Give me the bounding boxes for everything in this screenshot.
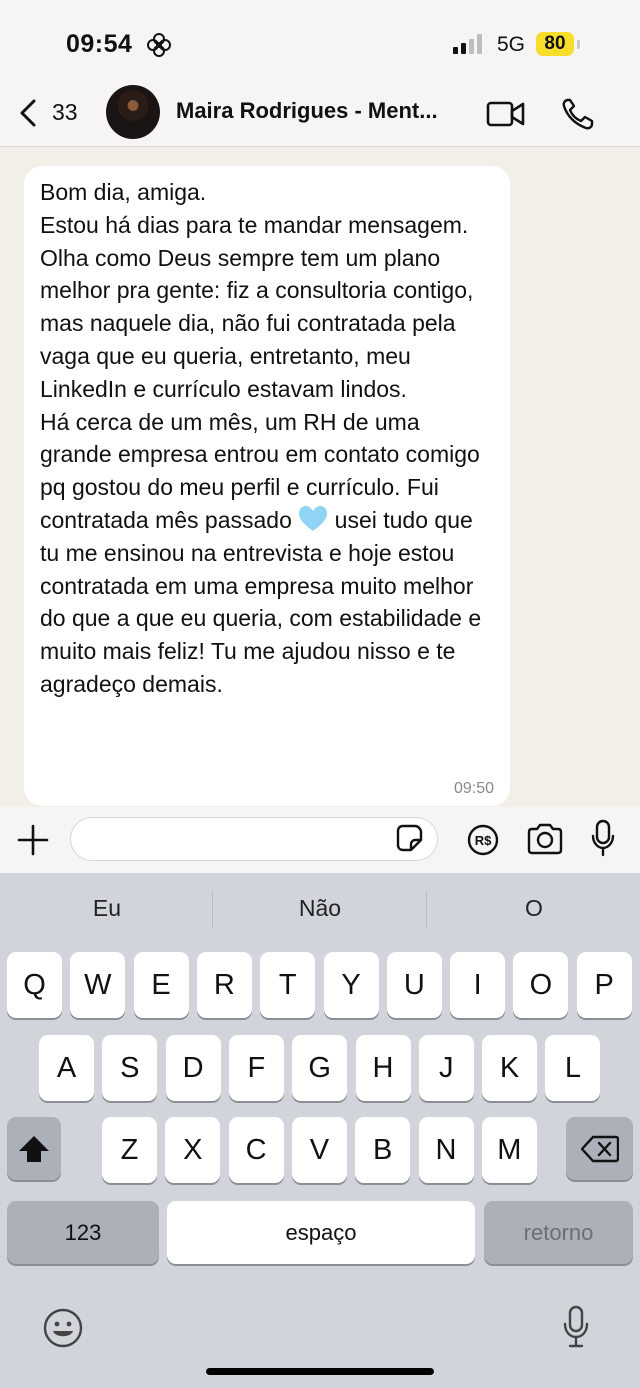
- key-x[interactable]: X: [165, 1117, 221, 1183]
- shift-icon: [19, 1136, 49, 1162]
- light-blue-heart-icon: [299, 505, 328, 531]
- microphone-icon[interactable]: [590, 819, 616, 857]
- key-o[interactable]: O: [513, 952, 569, 1018]
- status-time: 09:54: [66, 30, 133, 58]
- dictation-mic-icon[interactable]: [562, 1305, 590, 1349]
- key-z[interactable]: Z: [102, 1117, 157, 1183]
- delete-key[interactable]: [566, 1117, 633, 1180]
- key-a[interactable]: A: [39, 1035, 94, 1101]
- unread-count: 33: [52, 99, 78, 125]
- key-l[interactable]: L: [545, 1035, 601, 1101]
- suggestion-3[interactable]: O: [434, 895, 634, 922]
- battery-tip: [577, 40, 580, 49]
- key-j[interactable]: J: [418, 1035, 474, 1101]
- chevron-left-icon: [20, 99, 36, 127]
- key-d[interactable]: D: [165, 1035, 221, 1101]
- key-u[interactable]: U: [386, 952, 442, 1018]
- battery-indicator: 80: [536, 32, 574, 56]
- key-p[interactable]: P: [576, 952, 632, 1018]
- chat-header: 33 Maira Rodrigues - Ment...: [0, 85, 640, 147]
- key-w[interactable]: W: [70, 952, 126, 1018]
- key-e[interactable]: E: [133, 952, 189, 1018]
- contact-name[interactable]: Maira Rodrigues - Ment...: [176, 98, 466, 124]
- key-f[interactable]: F: [228, 1035, 284, 1101]
- status-bar: 09:54 5G 80: [0, 0, 640, 88]
- message-input[interactable]: [70, 817, 438, 861]
- emoji-icon[interactable]: [42, 1307, 84, 1349]
- home-indicator: [206, 1368, 434, 1375]
- suggestion-2[interactable]: Não: [220, 895, 420, 922]
- suggestion-divider: [212, 891, 213, 929]
- message-time: 09:50: [453, 780, 494, 797]
- camera-icon[interactable]: [526, 823, 564, 855]
- key-b[interactable]: B: [355, 1117, 411, 1183]
- key-i[interactable]: I: [450, 952, 506, 1018]
- key-c[interactable]: C: [228, 1117, 284, 1183]
- network-type: 5G: [497, 33, 526, 56]
- return-key[interactable]: retorno: [484, 1201, 633, 1264]
- suggestion-1[interactable]: Eu: [7, 895, 207, 922]
- input-bar: R$: [0, 807, 640, 873]
- phone-icon[interactable]: [560, 96, 596, 132]
- focus-flower-icon: [147, 33, 171, 57]
- key-g[interactable]: G: [292, 1035, 348, 1101]
- key-v[interactable]: V: [291, 1117, 347, 1183]
- key-s[interactable]: S: [102, 1035, 158, 1101]
- shift-key[interactable]: [7, 1117, 61, 1180]
- key-n[interactable]: N: [418, 1117, 474, 1183]
- signal-icon: [453, 34, 482, 54]
- key-q[interactable]: Q: [7, 952, 62, 1018]
- message-bubble[interactable]: Bom dia, amiga. Estou há dias para te ma…: [24, 166, 510, 806]
- keyboard: Eu Não O QWERTYUIOP ASDFGHJKL ZXCVBNM 12…: [0, 873, 640, 1388]
- payment-icon[interactable]: R$: [467, 824, 499, 856]
- avatar[interactable]: [106, 85, 160, 139]
- key-k[interactable]: K: [482, 1035, 538, 1101]
- suggestion-divider: [426, 891, 427, 929]
- back-button[interactable]: 33: [14, 88, 94, 138]
- message-text: Bom dia, amiga. Estou há dias para te ma…: [40, 176, 494, 701]
- key-r[interactable]: R: [196, 952, 252, 1018]
- numbers-key[interactable]: 123: [7, 1201, 159, 1264]
- backspace-icon: [580, 1135, 619, 1163]
- message-text-part1: Bom dia, amiga. Estou há dias para te ma…: [40, 179, 480, 533]
- key-m[interactable]: M: [481, 1117, 537, 1183]
- key-h[interactable]: H: [355, 1035, 411, 1101]
- sticker-icon[interactable]: [394, 823, 424, 853]
- key-t[interactable]: T: [260, 952, 316, 1018]
- key-y[interactable]: Y: [323, 952, 379, 1018]
- svg-text:R$: R$: [475, 833, 492, 848]
- message-text-part2: usei tudo que tu me ensinou na entrevist…: [40, 506, 488, 697]
- plus-icon[interactable]: [16, 823, 50, 857]
- video-call-icon[interactable]: [486, 100, 526, 128]
- chat-area[interactable]: Bom dia, amiga. Estou há dias para te ma…: [0, 147, 640, 807]
- space-key[interactable]: espaço: [167, 1201, 475, 1264]
